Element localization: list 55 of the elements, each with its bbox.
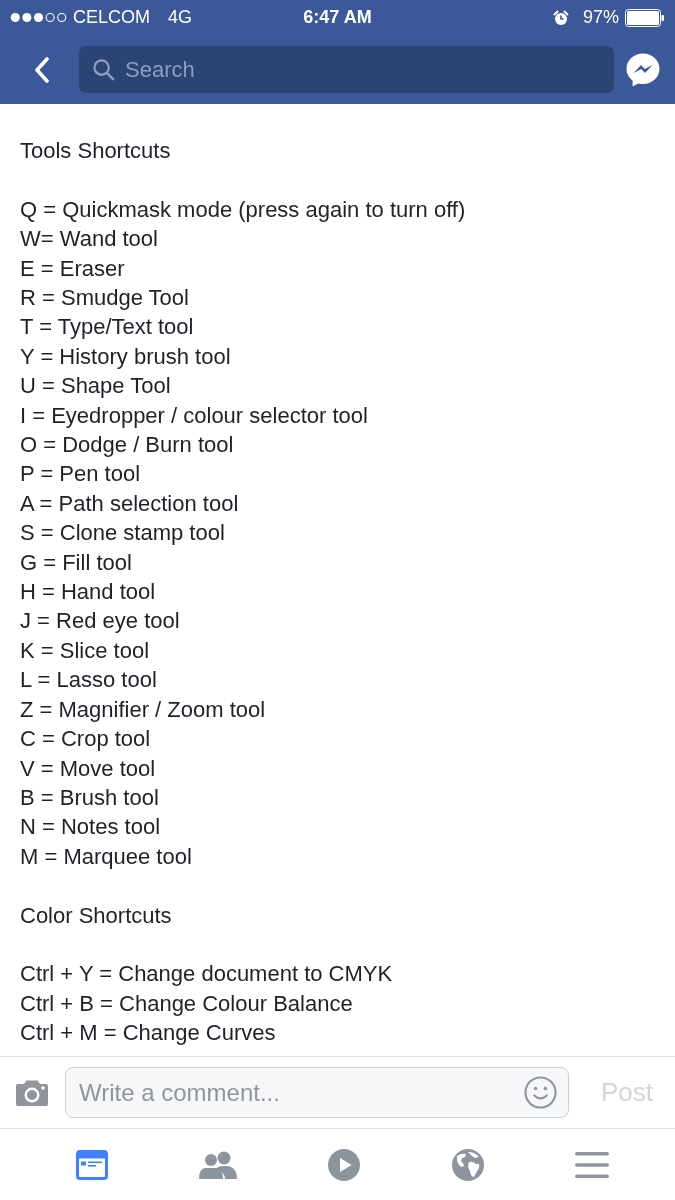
back-button[interactable] (34, 56, 50, 83)
alarm-clock-icon (552, 9, 569, 26)
menu-tab[interactable] (575, 1150, 610, 1179)
shortcut-line: E = Eraser (20, 254, 125, 283)
search-field[interactable]: Search (79, 46, 614, 93)
shortcut-line: R = Smudge Tool (20, 284, 189, 312)
smiley-icon[interactable] (524, 1076, 557, 1109)
battery-icon (625, 8, 665, 27)
section-heading: Tools Shortcuts (20, 137, 171, 165)
shortcut-line: P = Pen tool (20, 460, 141, 489)
shortcut-line: Ctrl + Y = Change document to CMYK (20, 960, 393, 989)
shortcut-line: Y = History brush tool (20, 342, 231, 371)
shortcut-line: H = Hand tool (20, 578, 156, 607)
network-type: 4G (168, 7, 193, 28)
shortcut-line: K = Slice tool (20, 636, 149, 665)
clock-time: 6:47 AM (303, 7, 372, 28)
shortcut-line: A = Path selection tool (20, 489, 239, 518)
globe-icon (451, 1148, 484, 1181)
shortcut-line: M = Marquee tool (20, 842, 192, 871)
shortcut-line: J = Red eye tool (20, 607, 180, 636)
shortcut-line: W= Wand tool (20, 225, 158, 254)
camera-button[interactable] (15, 1078, 49, 1107)
messenger-icon (625, 51, 661, 88)
play-icon (328, 1148, 361, 1181)
shortcut-line: T = Type/Text tool (20, 313, 194, 342)
shortcut-line: O = Dodge / Burn tool (20, 431, 234, 460)
globe-tab[interactable] (451, 1148, 484, 1181)
feed-tab[interactable] (75, 1149, 108, 1180)
signal-icon (10, 12, 67, 23)
friends-tab[interactable] (199, 1149, 238, 1180)
shortcut-line: Ctrl + M = Change Curves (20, 1019, 276, 1048)
back-chevron-icon (34, 56, 50, 83)
battery-percent: 97% (582, 7, 619, 28)
comment-field[interactable]: Write a comment... (65, 1067, 569, 1118)
shortcut-line: Ctrl + B = Change Colour Balance (20, 989, 353, 1018)
section-heading: Color Shortcuts (20, 901, 172, 930)
shortcut-line: C = Crop tool (20, 725, 151, 754)
shortcut-line: Z = Magnifier / Zoom tool (20, 695, 266, 724)
shortcut-line: N = Notes tool (20, 813, 160, 842)
video-tab[interactable] (328, 1148, 361, 1181)
shortcut-line: U = Shape Tool (20, 372, 171, 401)
carrier-name: CELCOM (73, 7, 150, 28)
menu-icon (575, 1150, 610, 1179)
search-icon (92, 58, 115, 81)
shortcut-line: G = Fill tool (20, 548, 132, 577)
shortcut-line: I = Eyedropper / colour selector tool (20, 401, 368, 430)
camera-icon (15, 1078, 49, 1107)
shortcut-line: S = Clone stamp tool (20, 519, 225, 548)
shortcut-line: B = Brush tool (20, 783, 159, 812)
news-feed-icon (75, 1149, 108, 1180)
shortcut-line: Q = Quickmask mode (press again to turn off) (20, 195, 466, 224)
shortcut-line: L = Lasso tool (20, 666, 157, 695)
messenger-button[interactable] (625, 51, 661, 88)
shortcut-line: V = Move tool (20, 754, 156, 783)
people-icon (199, 1149, 238, 1180)
